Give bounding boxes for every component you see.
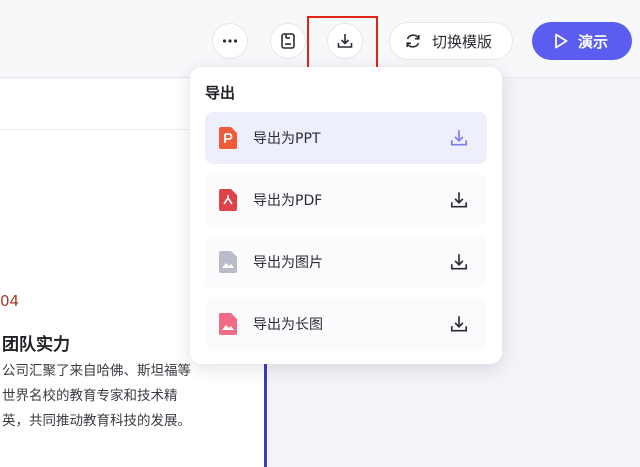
- download-icon[interactable]: [449, 314, 469, 334]
- download-highlight-frame: [307, 16, 378, 69]
- ellipsis-icon: [222, 39, 238, 43]
- section-number: 04: [0, 292, 20, 310]
- more-button[interactable]: [212, 23, 248, 59]
- present-button[interactable]: 演示: [532, 22, 632, 60]
- long-image-file-icon: [219, 313, 237, 335]
- present-label: 演示: [578, 32, 609, 51]
- export-ppt-item[interactable]: 导出为PPT: [205, 112, 487, 164]
- section-description: 公司汇聚了来自哈佛、斯坦福等世界名校的教育专家和技术精英，共同推动教育科技的发展…: [2, 363, 191, 429]
- play-icon: [555, 33, 568, 49]
- ppt-file-icon: [219, 127, 237, 149]
- export-dropdown: 导出 导出为PPT 导出为PDF 导出为图片 导出为长图: [190, 67, 502, 364]
- export-pdf-label: 导出为PDF: [253, 193, 323, 209]
- export-long-image-item[interactable]: 导出为长图: [205, 298, 487, 350]
- download-icon[interactable]: [449, 252, 469, 272]
- switch-template-label: 切换模版: [432, 32, 493, 51]
- image-file-icon: [219, 251, 237, 273]
- export-image-item[interactable]: 导出为图片: [205, 236, 487, 288]
- export-long-image-label: 导出为长图: [253, 317, 323, 333]
- save-icon: [281, 33, 295, 49]
- refresh-icon: [406, 34, 420, 48]
- export-pdf-item[interactable]: 导出为PDF: [205, 174, 487, 226]
- export-ppt-label: 导出为PPT: [253, 131, 321, 147]
- section-title: 团队实力: [2, 335, 70, 355]
- download-icon[interactable]: [449, 128, 469, 148]
- pdf-file-icon: [219, 189, 237, 211]
- download-icon[interactable]: [449, 190, 469, 210]
- export-image-label: 导出为图片: [253, 255, 323, 271]
- accent-line: [264, 359, 267, 467]
- export-menu-title: 导出: [205, 84, 236, 102]
- save-button[interactable]: [270, 23, 306, 59]
- switch-template-button[interactable]: 切换模版: [389, 22, 513, 60]
